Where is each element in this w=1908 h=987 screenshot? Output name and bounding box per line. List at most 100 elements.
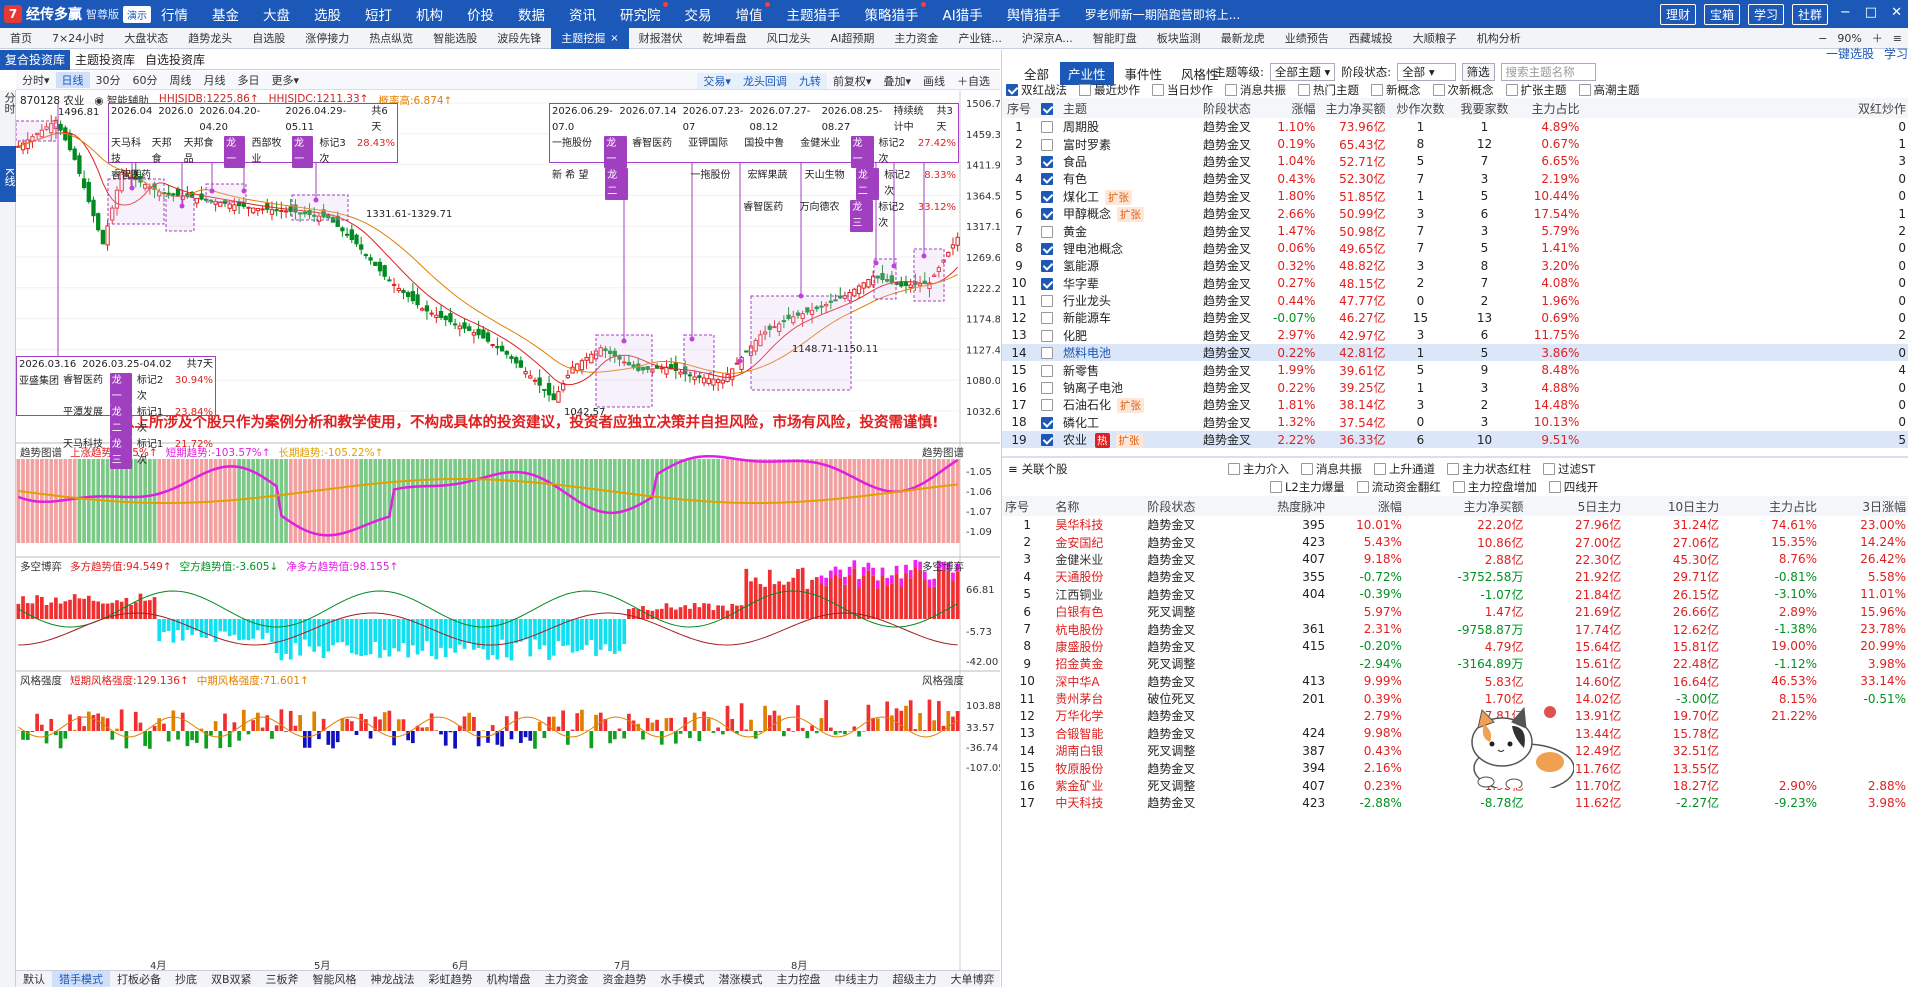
theme-name[interactable]: 新零售 [1063, 364, 1099, 378]
theme-name[interactable]: 有色 [1063, 172, 1087, 186]
checkbox-icon[interactable] [1447, 463, 1459, 475]
page-tab-9[interactable]: 主题挖掘 × [551, 27, 629, 49]
theme-row[interactable]: 17 石油石化 扩张 趋势金叉 1.81% 38.14亿 3 2 14.48% 0 [1002, 396, 1908, 414]
checkbox-icon[interactable] [1228, 463, 1240, 475]
stock-col-header[interactable]: 主力净买额 [1404, 496, 1527, 516]
theme-name[interactable]: 食品 [1063, 155, 1087, 169]
stock-col-header[interactable]: 5日主力 [1526, 496, 1625, 516]
top-right-button-1[interactable]: 宝箱 [1703, 4, 1740, 25]
checkbox-icon[interactable] [1356, 481, 1369, 493]
checkbox-icon[interactable] [1079, 84, 1091, 96]
theme-row[interactable]: 10 华字辈 趋势金叉 0.27% 48.15亿 2 7 4.08% 0 [1002, 275, 1908, 292]
filter-checkbox-0[interactable]: 双红战法 [1006, 82, 1067, 98]
stock-cell-name[interactable]: 江西铜业 [1052, 586, 1144, 603]
template-tab-15[interactable]: 中线主力 [828, 971, 886, 987]
checkbox-icon[interactable] [1298, 84, 1310, 96]
filter-checkbox-2[interactable]: 主力控盘增加 [1452, 479, 1537, 495]
page-tab-3[interactable]: 趋势龙头 [178, 28, 242, 49]
stock-row[interactable]: 8 康盛股份 趋势金叉 415 -0.20% 4.79亿 15.64亿 15.81亿 19.00… [1002, 638, 1908, 655]
chart-area[interactable]: 1506.76 1459.35 1411.93 1364.52 1317.10 1269.… [16, 91, 1000, 987]
page-tab-0[interactable]: 首页 [0, 28, 42, 49]
close-icon[interactable]: ✕ [1891, 5, 1902, 20]
theme-checkbox[interactable] [1040, 329, 1053, 342]
theme-name[interactable]: 锂电池概念 [1063, 242, 1123, 256]
stock-col-header[interactable]: 热度脉冲 [1248, 496, 1329, 516]
theme-checkbox[interactable] [1040, 190, 1053, 203]
period-button-4[interactable]: 周线 [164, 72, 198, 88]
stock-cell-name[interactable]: 白银有色 [1052, 603, 1144, 620]
kline-tab[interactable]: K线 [0, 146, 16, 202]
template-tab-5[interactable]: 三板斧 [259, 971, 306, 987]
period-button-0[interactable]: 分时▾ [16, 72, 56, 88]
page-tab-18[interactable]: 板块监测 [1147, 28, 1211, 49]
filter-checkbox-8[interactable]: 高潮主题 [1578, 82, 1640, 98]
theme-name[interactable]: 石油石化 [1063, 398, 1111, 412]
template-tab-14[interactable]: 主力控盘 [770, 971, 828, 987]
template-tab-4[interactable]: 双B双紧 [204, 971, 259, 987]
theme-checkbox[interactable] [1040, 260, 1053, 273]
theme-checkbox[interactable] [1040, 434, 1053, 447]
menu-item-9[interactable]: 研究院 [620, 2, 668, 24]
theme-row[interactable]: 13 化肥 趋势金叉 2.97% 42.97亿 3 6 11.75% 2 [1002, 327, 1908, 344]
page-tab-20[interactable]: 业绩预告 [1275, 28, 1339, 49]
theme-checkbox[interactable] [1040, 121, 1053, 134]
menu-item-13[interactable]: 策略猎手 [865, 2, 926, 24]
theme-row[interactable]: 16 钠离子电池 趋势金叉 0.22% 39.25亿 1 3 4.88% 0 [1002, 379, 1908, 396]
theme-col-header[interactable]: 我要家数 [1452, 98, 1517, 118]
maximize-icon[interactable]: □ [1865, 5, 1877, 20]
theme-row[interactable]: 18 磷化工 趋势金叉 1.32% 37.54亿 0 3 10.13% 0 [1002, 414, 1908, 431]
theme-row[interactable]: 9 氢能源 趋势金叉 0.32% 48.82亿 3 8 3.20% 0 [1002, 257, 1908, 274]
stock-cell-name[interactable]: 招金黄金 [1052, 655, 1144, 672]
page-tab-4[interactable]: 自选股 [242, 28, 295, 49]
one-click-select-link[interactable]: 一键选股 [1826, 45, 1874, 62]
menu-item-3[interactable]: 选股 [314, 4, 341, 24]
template-tab-0[interactable]: 默认 [16, 971, 52, 987]
checkbox-icon[interactable] [1301, 463, 1313, 475]
template-tab-11[interactable]: 资金趋势 [596, 971, 654, 987]
theme-checkbox[interactable] [1040, 155, 1053, 168]
menu-item-4[interactable]: 短打 [365, 4, 392, 24]
theme-checkbox[interactable] [1040, 208, 1053, 221]
stock-row[interactable]: 1 昊华科技 趋势金叉 395 10.01% 22.20亿 27.96亿 31.24亿 74.6… [1002, 516, 1908, 533]
menu-icon[interactable]: ≡ [1008, 462, 1018, 476]
period-button-6[interactable]: 多日 [232, 72, 266, 88]
page-tab-7[interactable]: 智能选股 [423, 28, 487, 49]
stock-col-header[interactable]: 序号 [1002, 496, 1053, 516]
stock-col-header[interactable]: 主力占比 [1722, 496, 1820, 516]
template-tab-7[interactable]: 神龙战法 [364, 971, 422, 987]
theme-checkbox[interactable] [1040, 364, 1053, 377]
template-tab-6[interactable]: 智能风格 [306, 971, 364, 987]
theme-row[interactable]: 8 锂电池概念 趋势金叉 0.06% 49.65亿 7 5 1.41% 0 [1002, 240, 1908, 257]
menu-item-8[interactable]: 资讯 [569, 4, 596, 24]
library-tab-1[interactable]: 主题投资库 [70, 50, 140, 70]
theme-name[interactable]: 钠离子电池 [1063, 381, 1123, 395]
filter-checkbox-0[interactable]: L2主力爆量 [1270, 479, 1345, 495]
filter-checkbox-3[interactable]: 消息共振 [1225, 82, 1286, 98]
stock-cell-name[interactable]: 湖南白银 [1052, 742, 1144, 759]
timeshare-tab[interactable]: 分时 [2, 92, 16, 114]
stock-cell-name[interactable]: 深中华A [1052, 673, 1144, 690]
theme-row[interactable]: 6 甲醇概念 扩张 趋势金叉 2.66% 50.99亿 3 6 17.54% 1 [1002, 205, 1908, 223]
theme-checkbox[interactable] [1040, 295, 1053, 308]
stock-cell-name[interactable]: 中天科技 [1052, 794, 1144, 811]
theme-checkbox[interactable] [1040, 242, 1053, 255]
stock-cell-name[interactable]: 昊华科技 [1052, 516, 1144, 533]
stock-cell-name[interactable]: 康盛股份 [1052, 638, 1144, 655]
checkbox-icon[interactable] [1225, 84, 1237, 96]
theme-row[interactable]: 12 新能源车 趋势金叉 -0.07% 46.27亿 15 13 0.69% 0 [1002, 309, 1908, 326]
filter-checkbox-2[interactable]: 上升通道 [1374, 461, 1435, 477]
theme-row[interactable]: 4 有色 趋势金叉 0.43% 52.30亿 7 3 2.19% 0 [1002, 170, 1908, 187]
theme-col-header[interactable]: 主力占比 [1516, 98, 1583, 118]
stock-row[interactable]: 7 杭电股份 趋势金叉 361 2.31% -9758.87万 17.74亿 12.62亿 -1… [1002, 620, 1908, 637]
stock-cell-name[interactable]: 金健米业 [1052, 551, 1144, 568]
theme-col-header[interactable] [1036, 98, 1060, 118]
checkbox-icon[interactable] [1578, 84, 1591, 96]
filter-checkbox-4[interactable]: 热门主题 [1298, 82, 1359, 98]
template-tab-8[interactable]: 彩虹趋势 [422, 971, 480, 987]
checkbox-icon[interactable] [1270, 481, 1282, 493]
menu-item-10[interactable]: 交易 [685, 4, 712, 24]
theme-name[interactable]: 华字辈 [1063, 277, 1099, 291]
top-right-button-3[interactable]: 社群 [1791, 4, 1828, 25]
theme-row[interactable]: 1 周期股 趋势金叉 1.10% 73.96亿 1 1 4.89% 0 [1002, 118, 1908, 135]
theme-name[interactable]: 周期股 [1063, 120, 1099, 134]
